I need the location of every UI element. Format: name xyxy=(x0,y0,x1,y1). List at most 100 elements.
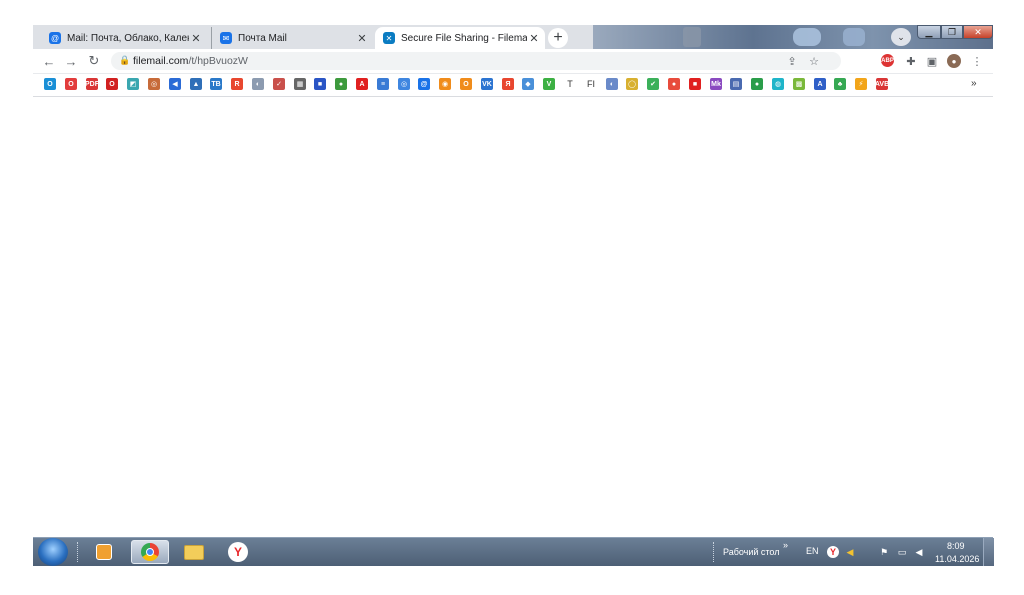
bookmark-icon[interactable]: FI xyxy=(585,78,597,90)
bookmark-icon[interactable]: ■ xyxy=(689,78,701,90)
tab-filemail[interactable]: ✕ Secure File Sharing - Filemai ✕ xyxy=(375,27,545,49)
yandex-browser-icon: Y xyxy=(228,542,248,562)
tab-search-icon[interactable]: ⌄ xyxy=(891,28,911,46)
bookmark-icon[interactable]: TB xyxy=(210,78,222,90)
reload-icon[interactable]: ↻ xyxy=(86,53,102,69)
bookmark-icon[interactable]: O xyxy=(65,78,77,90)
bookmark-icon[interactable]: ✓ xyxy=(273,78,285,90)
bookmark-icon[interactable]: ◎ xyxy=(398,78,410,90)
bookmarks-bar: O O PDF O ◩ ◎ ◀ ▲ TB R ◐ ✓ ▦ ■ ● A ≡ ◎ @ ◉ O VK Я ◆ V T FI ◐ ◯ ✔ ● ■ Mk ▤… xyxy=(33,74,993,97)
new-tab-button[interactable]: + xyxy=(548,28,568,48)
media-player-taskbar-button[interactable] xyxy=(85,540,123,564)
language-indicator[interactable]: EN xyxy=(806,546,819,556)
mail-at-icon: @ xyxy=(49,32,61,44)
bookmark-icon[interactable]: T xyxy=(564,78,576,90)
bookmark-icon[interactable]: ⚡ xyxy=(855,78,867,90)
bookmark-icon[interactable]: ◐ xyxy=(252,78,264,90)
bookmark-icon[interactable]: Mk xyxy=(710,78,722,90)
bookmark-icon[interactable]: V xyxy=(543,78,555,90)
bookmark-icon[interactable]: ▤ xyxy=(730,78,742,90)
action-center-flag-icon[interactable]: ⚑ xyxy=(878,546,890,558)
tab-mail-ru[interactable]: @ Mail: Почта, Облако, Календарь ✕ xyxy=(41,27,207,49)
adblock-plus-icon[interactable]: ABP xyxy=(881,54,894,67)
bookmark-icon[interactable]: VK xyxy=(481,78,493,90)
back-arrow-icon[interactable]: ← xyxy=(41,53,57,69)
url-path: /t/hpBvuozW xyxy=(188,55,248,67)
bookmark-icon[interactable]: ◆ xyxy=(522,78,534,90)
desktop-icon xyxy=(793,28,821,46)
clock-time[interactable]: 8:09 xyxy=(947,541,965,551)
windows-taskbar: Y Рабочий стол » EN Y ◀ ⚑ ▭ ◀ 8:09 11.04… xyxy=(33,537,994,566)
bookmark-icon[interactable]: PDF xyxy=(85,78,99,90)
clock-date[interactable]: 11.04.2026 xyxy=(935,554,979,564)
bookmark-icon[interactable]: ◯ xyxy=(626,78,638,90)
yandex-tray-icon[interactable]: Y xyxy=(827,546,839,558)
bookmark-icon[interactable]: O xyxy=(106,78,118,90)
extensions-puzzle-icon[interactable]: ✚ xyxy=(903,53,919,69)
tab-title: Mail: Почта, Облако, Календарь xyxy=(67,32,189,44)
close-icon[interactable]: ✕ xyxy=(355,31,369,45)
profile-avatar[interactable]: ● xyxy=(947,54,961,68)
forward-arrow-icon[interactable]: → xyxy=(63,53,79,69)
bookmark-icon[interactable]: A xyxy=(814,78,826,90)
bookmark-icon[interactable]: ● xyxy=(668,78,680,90)
taskbar-grip xyxy=(713,542,717,562)
bookmark-icon[interactable]: ● xyxy=(335,78,347,90)
bookmark-icon[interactable]: O xyxy=(44,78,56,90)
media-player-icon xyxy=(96,544,112,560)
side-panel-icon[interactable]: ▣ xyxy=(924,53,940,69)
bookmark-icon[interactable]: ◉ xyxy=(439,78,451,90)
chrome-taskbar-button[interactable] xyxy=(131,540,169,564)
desktop-icon xyxy=(843,28,865,46)
bookmark-icon[interactable]: ▦ xyxy=(294,78,306,90)
browser-window: @ Mail: Почта, Облако, Календарь ✕ ✉ Поч… xyxy=(33,25,993,537)
close-icon[interactable]: ✕ xyxy=(527,31,541,45)
page-content xyxy=(33,97,993,537)
bookmark-icon[interactable]: ▲ xyxy=(190,78,202,90)
bookmark-icon[interactable]: ◩ xyxy=(127,78,139,90)
bookmark-icon[interactable]: ● xyxy=(751,78,763,90)
bookmark-icon[interactable]: R xyxy=(231,78,243,90)
chrome-icon xyxy=(141,543,159,561)
bookmark-icon[interactable]: O xyxy=(460,78,472,90)
bookmark-icon[interactable]: ≡ xyxy=(377,78,389,90)
bookmark-icon[interactable]: ◀ xyxy=(169,78,181,90)
taskbar-grip xyxy=(77,542,81,562)
bookmark-icon[interactable]: Я xyxy=(502,78,514,90)
close-icon[interactable]: ✕ xyxy=(189,31,203,45)
bookmark-icon[interactable]: ◐ xyxy=(606,78,618,90)
start-button[interactable] xyxy=(38,538,68,566)
bookmarks-overflow-chevron[interactable]: » xyxy=(971,78,977,89)
network-icon[interactable]: ▭ xyxy=(896,546,908,558)
yandex-browser-taskbar-button[interactable]: Y xyxy=(219,540,257,564)
tab-pochta-mail[interactable]: ✉ Почта Mail ✕ xyxy=(211,27,373,49)
bookmark-icon[interactable]: ♣ xyxy=(834,78,846,90)
lock-icon: 🔒 xyxy=(119,55,131,65)
share-icon[interactable]: ⇪ xyxy=(785,54,799,68)
bookmark-icon[interactable]: @ xyxy=(418,78,430,90)
bookmark-icon[interactable]: ✔ xyxy=(647,78,659,90)
volume-icon[interactable]: ◀ xyxy=(913,546,925,558)
bookmark-icon[interactable]: A xyxy=(356,78,368,90)
desktop-toolbar-chevron[interactable]: » xyxy=(783,540,788,550)
url-text[interactable]: filemail.com/t/hpBvuozW xyxy=(133,55,248,67)
minimize-button[interactable]: ▁ xyxy=(917,25,941,39)
speaker-tray-icon[interactable]: ◀ xyxy=(844,546,856,558)
window-close-button[interactable]: ✕ xyxy=(963,25,993,39)
bookmark-icon[interactable]: ◎ xyxy=(148,78,160,90)
tab-title: Почта Mail xyxy=(238,32,287,44)
address-bar[interactable]: 🔒 filemail.com/t/hpBvuozW ⇪ ☆ xyxy=(111,52,841,70)
star-icon[interactable]: ☆ xyxy=(807,54,821,68)
explorer-taskbar-button[interactable] xyxy=(175,540,213,564)
desktop-icon xyxy=(683,27,701,47)
bookmark-icon[interactable]: ▩ xyxy=(793,78,805,90)
bookmark-icon[interactable]: ■ xyxy=(314,78,326,90)
maximize-button[interactable]: ❐ xyxy=(941,25,963,39)
desktop-toolbar-label[interactable]: Рабочий стол xyxy=(723,547,780,557)
show-desktop-button[interactable] xyxy=(983,538,994,566)
bookmark-icon[interactable]: ◍ xyxy=(772,78,784,90)
menu-kebab-icon[interactable]: ⋮ xyxy=(969,53,985,69)
bookmark-icon[interactable]: AVB xyxy=(875,78,889,90)
folder-icon xyxy=(184,544,204,560)
filemail-icon: ✕ xyxy=(383,32,395,44)
